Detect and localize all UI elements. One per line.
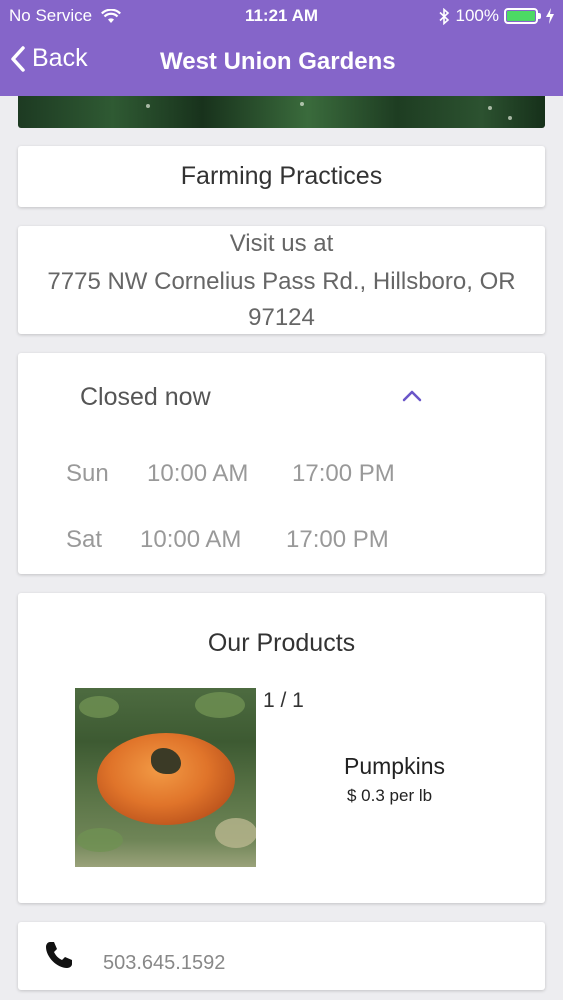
battery-percent: 100% <box>455 6 499 25</box>
hours-card: Closed now Sun 10:00 AM 17:00 PM Sat 10:… <box>18 353 545 574</box>
hours-row: Sun 10:00 AM 17:00 PM <box>18 460 545 490</box>
battery-icon <box>504 8 541 24</box>
hours-day: Sat <box>66 526 103 553</box>
hours-open: 10:00 AM <box>140 526 242 553</box>
product-name: Pumpkins <box>344 753 445 779</box>
address-card[interactable]: Visit us at 7775 NW Cornelius Pass Rd., … <box>18 226 545 334</box>
pumpkin-shape <box>97 733 235 825</box>
bluetooth-icon <box>438 7 449 25</box>
battery-fill <box>507 11 535 21</box>
phone-card[interactable]: 503.645.1592 <box>18 922 545 990</box>
product-image[interactable] <box>75 688 256 867</box>
app-header: No Service 11:21 AM 100% Back West Union… <box>0 0 563 96</box>
status-right: 100% <box>438 6 555 26</box>
hours-day: Sun <box>66 460 109 487</box>
status-bar: No Service 11:21 AM 100% <box>0 0 563 32</box>
visit-label: Visit us at <box>229 230 334 257</box>
product-price: $ 0.3 per lb <box>347 786 433 805</box>
charging-icon <box>546 8 554 24</box>
page-title: West Union Gardens <box>160 48 396 75</box>
back-button[interactable]: Back <box>10 44 88 73</box>
farm-photo <box>18 96 545 128</box>
back-label: Back <box>32 44 88 72</box>
products-title: Our Products <box>207 629 356 657</box>
address-line-1: 7775 NW Cornelius Pass Rd., Hillsboro, O… <box>47 268 516 295</box>
farming-practices-button[interactable]: Farming Practices <box>18 146 545 207</box>
address-line-2: 97124 <box>248 304 315 331</box>
products-card: Our Products 1 / 1 Pumpkins $ 0.3 per lb <box>18 593 545 903</box>
hours-row: Sat 10:00 AM 17:00 PM <box>18 526 545 556</box>
nav-bar: Back West Union Gardens <box>0 32 563 96</box>
hours-close: 17:00 PM <box>292 460 395 487</box>
open-status: Closed now <box>80 383 211 411</box>
phone-number[interactable]: 503.645.1592 <box>103 952 225 975</box>
product-pager: 1 / 1 <box>263 689 304 712</box>
chevron-up-icon[interactable] <box>401 389 423 403</box>
phone-icon[interactable] <box>44 940 74 970</box>
chevron-left-icon <box>11 45 25 72</box>
address: 7775 NW Cornelius Pass Rd., Hillsboro, O… <box>18 264 545 336</box>
farming-practices-label: Farming Practices <box>180 162 383 190</box>
hours-close: 17:00 PM <box>286 526 389 553</box>
hours-open: 10:00 AM <box>147 460 249 487</box>
